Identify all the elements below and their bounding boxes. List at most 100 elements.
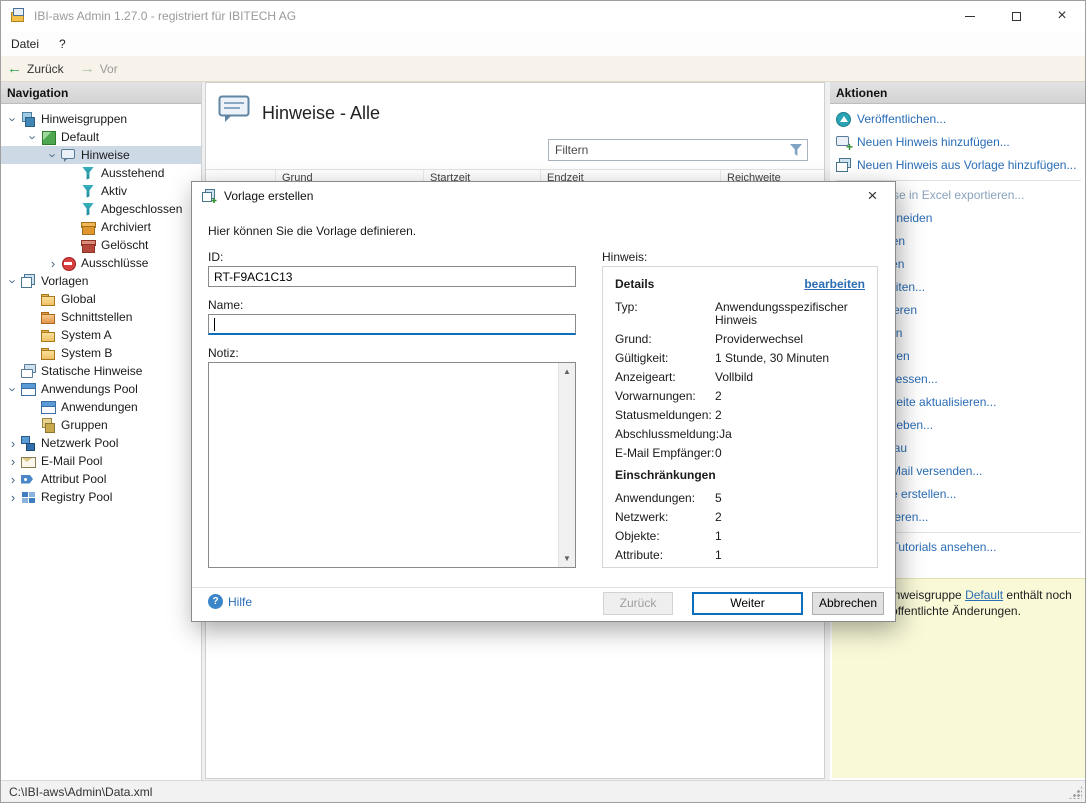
tree-item-vorlagen[interactable]: ›Vorlagen [1, 272, 201, 290]
back-label: Zurück [27, 62, 64, 76]
tree-item-schnittstellen[interactable]: Schnittstellen [1, 308, 201, 326]
tree-item-registry-pool[interactable]: ›Registry Pool [1, 488, 201, 506]
help-label: Hilfe [228, 595, 252, 609]
detail-value: 5 [715, 492, 865, 505]
chevron-expanded-icon[interactable]: › [6, 273, 21, 289]
tree-item-ausstehend[interactable]: Ausstehend [1, 164, 201, 182]
scroll-up-icon[interactable]: ▲ [559, 363, 575, 380]
edit-link[interactable]: bearbeiten [804, 277, 865, 291]
scrollbar[interactable]: ▲ ▼ [558, 363, 575, 567]
folder-orange-icon [41, 310, 56, 325]
detail-value: 2 [715, 390, 865, 403]
chevron-collapsed-icon[interactable]: › [5, 490, 21, 505]
chevron-collapsed-icon[interactable]: › [5, 436, 21, 451]
close-button[interactable]: × [1039, 1, 1085, 31]
tree-item-hinweise[interactable]: ›Hinweise [1, 146, 201, 164]
detail-row-statusmeldungen: Statusmeldungen:2 [615, 409, 865, 422]
detail-row-objekte: Objekte:1 [615, 530, 865, 543]
tree-item-label: System A [61, 328, 112, 342]
forward-button[interactable]: → Vor [80, 61, 118, 76]
detail-row-vorwarnungen: Vorwarnungen:2 [615, 390, 865, 403]
chevron-expanded-icon[interactable]: › [6, 381, 21, 397]
hint-section-label: Hinweis: [602, 250, 647, 264]
tree-item-anwendungen[interactable]: Anwendungen [1, 398, 201, 416]
dialog-close-button[interactable]: × [850, 182, 895, 210]
tree-item-netzwerk-pool[interactable]: › Netzwerk Pool [1, 434, 201, 452]
tree-item-hinweisgruppen[interactable]: ›Hinweisgruppen [1, 110, 201, 128]
detail-label: Gültigkeit: [615, 352, 715, 365]
action-neuen-hinweis-hinzufuegen[interactable]: Neuen Hinweis hinzufügen... [830, 131, 1086, 154]
chevron-collapsed-icon[interactable]: › [5, 454, 21, 469]
publish-icon [836, 112, 851, 127]
page-title: Hinweise - Alle [262, 103, 380, 124]
tree-item-ausschluesse[interactable]: ›Ausschlüsse [1, 254, 201, 272]
app-pool-icon [21, 382, 36, 397]
network-icon [21, 436, 36, 451]
tree-item-label: System B [61, 346, 112, 360]
tree-item-anwendungs-pool[interactable]: ›Anwendungs Pool [1, 380, 201, 398]
resize-grip[interactable] [1069, 786, 1082, 799]
action-neuen-hinweis-aus-vorlage-hinzufuegen[interactable]: Neuen Hinweis aus Vorlage hinzufügen... [830, 154, 1086, 177]
tree-item-label: Statische Hinweise [41, 364, 142, 378]
tree-item-label: Global [61, 292, 96, 306]
tree-item-e-mail-pool[interactable]: › E-Mail Pool [1, 452, 201, 470]
help-icon: ? [208, 594, 223, 609]
titlebar: IBI-aws Admin 1.27.0 - registriert für I… [1, 1, 1085, 31]
chevron-expanded-icon[interactable]: › [46, 147, 61, 163]
tree-item-label: Netzwerk Pool [41, 436, 118, 450]
menu-help[interactable]: ? [49, 33, 76, 55]
id-label: ID: [208, 250, 223, 264]
archive-icon [81, 220, 96, 235]
maximize-button[interactable] [993, 1, 1039, 31]
tree-item-system-b[interactable]: System B [1, 344, 201, 362]
detail-label: Netzwerk: [615, 511, 715, 524]
template-icon [201, 188, 217, 204]
scroll-down-icon[interactable]: ▼ [559, 550, 575, 567]
dialog-intro: Hier können Sie die Vorlage definieren. [208, 224, 416, 238]
menu-datei[interactable]: Datei [1, 33, 49, 55]
chevron-expanded-icon[interactable]: › [26, 129, 41, 145]
chevron-collapsed-icon[interactable]: › [5, 472, 21, 487]
email-icon [21, 454, 36, 469]
help-link[interactable]: ? Hilfe [208, 594, 252, 609]
chevron-expanded-icon[interactable]: › [6, 111, 21, 127]
tree-item-archiviert[interactable]: Archiviert [1, 218, 201, 236]
notice-default-link[interactable]: Default [965, 588, 1003, 602]
next-button[interactable]: Weiter [692, 592, 803, 615]
tree-item-geloescht[interactable]: Gelöscht [1, 236, 201, 254]
tree-item-default[interactable]: ›Default [1, 128, 201, 146]
details-title: Details [615, 277, 654, 291]
details-rows: Typ:Anwendungsspezifischer HinweisGrund:… [615, 301, 865, 460]
tree-item-aktiv[interactable]: Aktiv [1, 182, 201, 200]
tree-item-gruppen[interactable]: Gruppen [1, 416, 201, 434]
application-icon [41, 400, 56, 415]
minimize-button[interactable] [947, 1, 993, 31]
tree-item-statische-hinweise[interactable]: Statische Hinweise [1, 362, 201, 380]
action-veroeffentlichen[interactable]: Veröffentlichen... [830, 108, 1086, 131]
filter-input[interactable] [548, 139, 808, 161]
back-dialog-button[interactable]: Zurück [603, 592, 673, 615]
hint-details-panel: Details bearbeiten Typ:Anwendungsspezifi… [602, 266, 878, 568]
cancel-button[interactable]: Abbrechen [812, 592, 884, 615]
tree-item-abgeschlossen[interactable]: Abgeschlossen [1, 200, 201, 218]
chevron-collapsed-icon[interactable]: › [45, 256, 61, 271]
detail-label: Vorwarnungen: [615, 390, 715, 403]
detail-value: 0 [715, 447, 865, 460]
id-field[interactable] [208, 266, 576, 287]
tree-item-system-a[interactable]: System A [1, 326, 201, 344]
tree-item-attribut-pool[interactable]: › Attribut Pool [1, 470, 201, 488]
tree-item-global[interactable]: Global [1, 290, 201, 308]
name-field[interactable] [208, 314, 576, 335]
statusbar-path: C:\IBI-aws\Admin\Data.xml [9, 785, 152, 799]
detail-value: 2 [715, 511, 865, 524]
action-label: Neuen Hinweis hinzufügen... [857, 135, 1010, 149]
folder-icon [41, 328, 56, 343]
tree-item-label: Anwendungen [61, 400, 138, 414]
tree-item-label: Gruppen [61, 418, 108, 432]
tree-item-label: E-Mail Pool [41, 454, 102, 468]
note-textarea[interactable]: ▲ ▼ [208, 362, 576, 568]
tree-item-label: Attribut Pool [41, 472, 106, 486]
detail-value: 1 Stunde, 30 Minuten [715, 352, 865, 365]
back-button[interactable]: ← Zurück [7, 61, 64, 76]
dialog-title: Vorlage erstellen [224, 189, 313, 203]
